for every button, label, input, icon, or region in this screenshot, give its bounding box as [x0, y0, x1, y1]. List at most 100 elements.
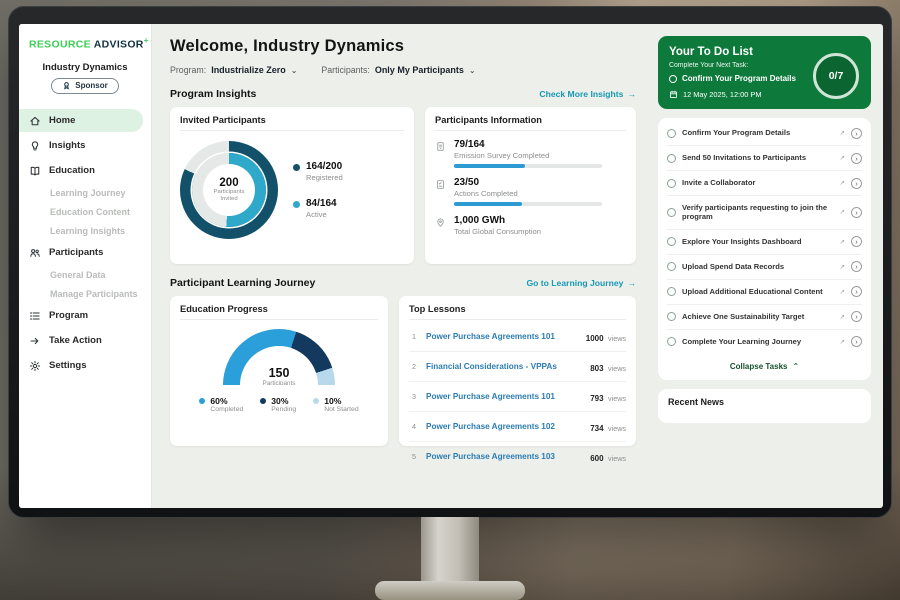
task-label: Send 50 Invitations to Participants [682, 153, 834, 163]
checkbox-icon[interactable] [667, 179, 676, 188]
actions-progress-bar [454, 202, 602, 206]
legend-label: Active [306, 210, 337, 219]
home-icon [29, 115, 41, 127]
external-link-icon: ↗ [840, 179, 845, 187]
sidebar-item-participants[interactable]: Participants [19, 241, 143, 264]
sidebar-item-home[interactable]: Home [19, 109, 143, 132]
sidebar-item-settings[interactable]: Settings [19, 354, 143, 377]
arrow-right-icon: → [627, 278, 636, 288]
external-link-icon: ↗ [840, 338, 845, 346]
legend-value: 30% [271, 396, 296, 406]
chevron-right-icon[interactable]: › [851, 261, 862, 272]
task-row[interactable]: Complete Your Learning Journey ↗ › [667, 330, 862, 354]
check-more-insights-link[interactable]: Check More Insights → [539, 89, 636, 99]
sidebar-item-label: Insights [49, 140, 85, 151]
info-value: 23/50 [454, 177, 602, 188]
checkbox-icon[interactable] [667, 262, 676, 271]
sidebar-item-learning-journey[interactable]: Learning Journey [19, 183, 151, 202]
location-pin-icon [435, 216, 446, 229]
task-row[interactable]: Send 50 Invitations to Participants ↗ › [667, 146, 862, 171]
lesson-link[interactable]: Power Purchase Agreements 102 [426, 422, 583, 431]
sponsor-badge-label: Sponsor [75, 81, 107, 90]
go-to-learning-journey-link[interactable]: Go to Learning Journey → [526, 278, 636, 288]
card-title: Participants Information [435, 115, 626, 131]
chevron-right-icon[interactable]: › [851, 286, 862, 297]
calendar-icon [669, 90, 678, 99]
scene-background: RESOURCE ADVISOR+ Industry Dynamics Spon… [0, 0, 900, 600]
task-row[interactable]: Verify participants requesting to join t… [667, 196, 862, 230]
info-row-consumption: 1,000 GWh Total Global Consumption [435, 215, 626, 236]
checkbox-icon[interactable] [667, 129, 676, 138]
gear-icon [29, 360, 41, 372]
checkbox-icon[interactable] [667, 337, 676, 346]
task-row[interactable]: Explore Your Insights Dashboard ↗ › [667, 230, 862, 255]
legend-item-registered: 164/200 Registered [293, 161, 343, 182]
lesson-row: 5 Power Purchase Agreements 103 600 view… [409, 442, 626, 471]
insights-cards-row: Invited Participants 200 Participants In… [170, 107, 636, 264]
chevron-right-icon[interactable]: › [851, 207, 862, 218]
task-row[interactable]: Achieve One Sustainability Target ↗ › [667, 305, 862, 330]
task-label: Complete Your Learning Journey [682, 337, 834, 347]
recent-news-header: Recent News [658, 389, 871, 423]
lesson-link[interactable]: Power Purchase Agreements 101 [426, 332, 579, 341]
donut-center-value: 200 [219, 177, 238, 189]
legend-value: 10% [324, 396, 358, 406]
donut-center-label: Participants Invited [209, 189, 249, 203]
lesson-link[interactable]: Financial Considerations - VPPAs [426, 362, 583, 371]
sidebar-item-take-action[interactable]: Take Action [19, 329, 143, 352]
chevron-right-icon[interactable]: › [851, 336, 862, 347]
checkbox-icon[interactable] [667, 312, 676, 321]
checkbox-icon[interactable] [669, 75, 677, 83]
external-link-icon: ↗ [840, 154, 845, 162]
chevron-right-icon[interactable]: › [851, 153, 862, 164]
learning-cards-row: Education Progress 150 Participants [170, 296, 636, 446]
sidebar-item-general-data[interactable]: General Data [19, 265, 151, 284]
lesson-link[interactable]: Power Purchase Agreements 103 [426, 452, 583, 461]
lesson-row: 4 Power Purchase Agreements 102 734 view… [409, 412, 626, 442]
checkbox-icon[interactable] [667, 154, 676, 163]
filters-row: Program: Industrialize Zero ⌄ Participan… [170, 65, 636, 75]
sponsor-badge[interactable]: Sponsor [51, 78, 118, 94]
logo-text-advisor: ADVISOR [94, 39, 144, 51]
chevron-right-icon[interactable]: › [851, 311, 862, 322]
task-row[interactable]: Invite a Collaborator ↗ › [667, 171, 862, 196]
sidebar-item-program[interactable]: Program [19, 304, 143, 327]
donut-legend: 164/200 Registered 84/164 Active [293, 161, 343, 219]
sidebar-item-insights[interactable]: Insights [19, 134, 143, 157]
legend-item-active: 84/164 Active [293, 198, 343, 219]
checkbox-icon[interactable] [667, 237, 676, 246]
checkbox-icon[interactable] [667, 208, 676, 217]
program-insights-header: Program Insights Check More Insights → [170, 88, 636, 100]
todo-next-task[interactable]: Confirm Your Program Details [669, 74, 821, 83]
todo-next-task-label: Confirm Your Program Details [682, 74, 796, 83]
program-filter[interactable]: Program: Industrialize Zero ⌄ [170, 65, 297, 75]
chevron-right-icon[interactable]: › [851, 128, 862, 139]
task-row[interactable]: Confirm Your Program Details ↗ › [667, 121, 862, 146]
card-title: Invited Participants [180, 115, 404, 131]
participants-filter-label: Participants: [321, 65, 369, 75]
lesson-link[interactable]: Power Purchase Agreements 101 [426, 392, 583, 401]
views-label: views [608, 394, 626, 403]
sidebar-item-manage-participants[interactable]: Manage Participants [19, 284, 151, 303]
legend-value: 60% [210, 396, 243, 406]
section-title: Participant Learning Journey [170, 277, 315, 289]
task-row[interactable]: Upload Additional Educational Content ↗ … [667, 280, 862, 305]
sidebar-item-learning-insights[interactable]: Learning Insights [19, 221, 151, 240]
external-link-icon: ↗ [840, 263, 845, 271]
chevron-right-icon[interactable]: › [851, 236, 862, 247]
monitor-bezel: RESOURCE ADVISOR+ Industry Dynamics Spon… [8, 6, 892, 518]
program-filter-label: Program: [170, 65, 206, 75]
app-logo: RESOURCE ADVISOR+ [19, 36, 151, 51]
logo-text-resource: RESOURCE [29, 39, 91, 51]
sidebar-item-education-content[interactable]: Education Content [19, 202, 151, 221]
checkbox-icon[interactable] [667, 287, 676, 296]
collapse-tasks-button[interactable]: Collapse Tasks ⌃ [667, 354, 862, 378]
legend-label: Completed [210, 406, 243, 413]
lesson-rank: 2 [409, 362, 419, 371]
task-row[interactable]: Upload Spend Data Records ↗ › [667, 255, 862, 280]
participants-filter[interactable]: Participants: Only My Participants ⌄ [321, 65, 475, 75]
sidebar-item-education[interactable]: Education [19, 159, 143, 182]
legend-dot [293, 164, 300, 171]
gauge-center-label: Participants [223, 380, 335, 385]
chevron-right-icon[interactable]: › [851, 178, 862, 189]
